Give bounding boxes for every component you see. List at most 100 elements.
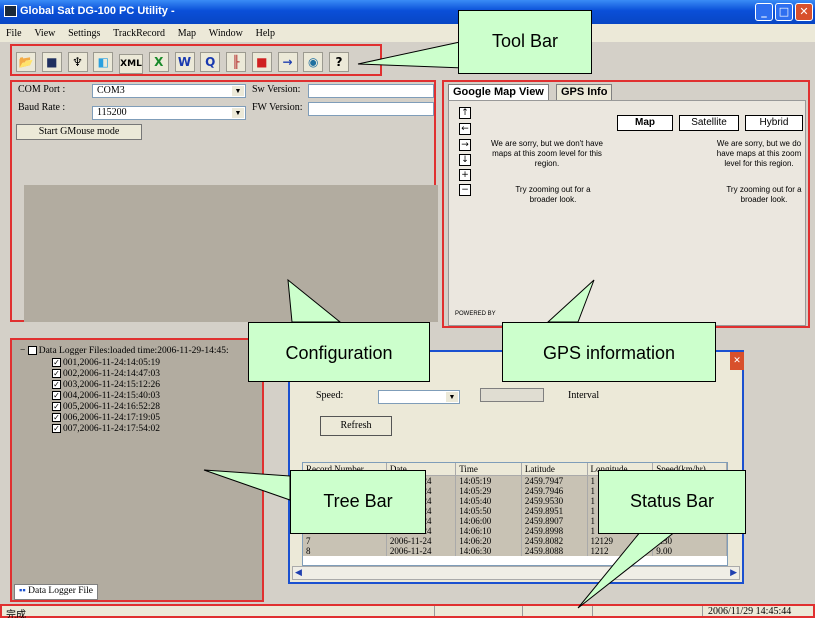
cell: 2459.8951 <box>521 505 588 516</box>
cell: 2006-11-24 <box>386 545 457 556</box>
cell: 2459.9530 <box>521 495 588 506</box>
map-type-map-button[interactable]: Map <box>617 115 673 131</box>
tab-google-map-view[interactable]: Google Map View <box>448 84 549 100</box>
map-zoom-hint-right: Try zooming out for a broader look. <box>726 185 802 204</box>
callout-configuration: Configuration <box>248 322 430 382</box>
scroll-right-icon[interactable]: ▶ <box>730 567 737 578</box>
cell: 14:06:30 <box>455 545 522 556</box>
close-button[interactable]: ✕ <box>795 3 813 21</box>
column-header[interactable]: Latitude <box>521 463 588 476</box>
data-window-close-button[interactable]: ✕ <box>730 352 744 370</box>
data-window: ✕ Speed: ▼ Interval Refresh Record Numbe… <box>288 350 744 584</box>
horizontal-scrollbar[interactable]: ◀ ▶ <box>292 566 740 580</box>
menu-trackrecord[interactable]: TrackRecord <box>113 28 165 39</box>
menu-file[interactable]: File <box>6 28 22 39</box>
menu-help[interactable]: Help <box>256 28 275 39</box>
minimize-button[interactable]: _ <box>755 3 773 21</box>
checkbox[interactable]: ✓ <box>52 391 61 401</box>
app-icon <box>4 5 17 17</box>
xml-icon[interactable]: XML <box>119 54 143 74</box>
tree-item-label: 004,2006-11-24:15:40:03 <box>63 391 161 401</box>
fw-version-label: FW Version: <box>252 102 303 113</box>
checkbox[interactable] <box>27 346 37 356</box>
tree-item[interactable]: ✓ 002,2006-11-24:14:47:03 <box>52 369 160 379</box>
excel-icon[interactable]: X <box>148 52 169 72</box>
speed-select[interactable]: ▼ <box>378 390 460 404</box>
gmouse-icon[interactable]: ◧ <box>93 52 114 72</box>
callout-tool-bar-text: Tool Bar <box>491 31 559 51</box>
map-canvas[interactable]: ↑ ← → ↓ + − Map Satellite Hybrid We are s… <box>448 100 806 326</box>
help-icon[interactable]: ? <box>329 52 349 72</box>
checkbox[interactable]: ✓ <box>52 424 61 434</box>
tree-item-label: 001,2006-11-24:14:05:19 <box>63 358 161 368</box>
checkbox[interactable]: ✓ <box>52 380 61 390</box>
menu-bar: File View Settings TrackRecord Map Windo… <box>0 24 815 42</box>
com-port-select[interactable]: COM3 ▼ <box>92 84 246 98</box>
checkbox[interactable]: ✓ <box>52 402 61 412</box>
checkbox[interactable]: ✓ <box>52 358 61 368</box>
window-title: Global Sat DG-100 PC Utility - <box>20 5 175 17</box>
tree-item[interactable]: ✓ 003,2006-11-24:15:12:26 <box>52 380 160 390</box>
tree-root[interactable]: − Data Logger Files:loaded time:2006-11-… <box>20 346 229 356</box>
map-zoom-control: ↑ ← → ↓ + − <box>459 107 481 199</box>
menu-view[interactable]: View <box>34 28 55 39</box>
cell: 7.30 <box>652 535 727 546</box>
tree-item[interactable]: ✓ 007,2006-11-24:17:54:02 <box>52 424 160 434</box>
baud-rate-select[interactable]: 115200 ▼ <box>92 106 246 120</box>
checkbox[interactable]: ✓ <box>52 413 61 423</box>
pan-right-icon[interactable]: → <box>459 139 471 151</box>
cell: 8 <box>303 545 387 556</box>
menu-map[interactable]: Map <box>178 28 196 39</box>
cell: 14:05:29 <box>455 485 522 496</box>
cell: 2459.7946 <box>521 485 588 496</box>
zoom-in-icon[interactable]: + <box>459 169 471 181</box>
tree-item[interactable]: ✓ 001,2006-11-24:14:05:19 <box>52 358 160 368</box>
chevron-down-icon: ▼ <box>232 86 244 96</box>
save-icon[interactable]: ■ <box>41 52 62 72</box>
table-row[interactable]: 8 2006-11-24 14:06:30 2459.8088 1212 9.00 <box>303 545 727 556</box>
map-type-satellite-button[interactable]: Satellite <box>679 115 739 131</box>
open-folder-icon[interactable]: 📂 <box>16 52 36 72</box>
word-icon[interactable]: W <box>174 52 195 72</box>
callout-status-bar: Status Bar <box>598 470 746 534</box>
start-gmouse-button[interactable]: Start GMouse mode <box>16 124 142 140</box>
tree-item[interactable]: ✓ 005,2006-11-24:16:52:28 <box>52 402 160 412</box>
menu-window[interactable]: Window <box>209 28 243 39</box>
pan-left-icon[interactable]: ← <box>459 123 471 135</box>
tab-gps-info[interactable]: GPS Info <box>556 84 613 100</box>
globe-icon[interactable]: ◉ <box>303 52 324 72</box>
status-bar: 完成 2006/11/29 14:45:44 <box>0 604 815 618</box>
column-header[interactable]: Time <box>455 463 522 476</box>
checkbox[interactable]: ✓ <box>52 369 61 379</box>
callout-tool-bar: Tool Bar <box>458 10 592 74</box>
speed-label: Speed: <box>316 390 344 401</box>
tree-root-label: Data Logger Files:loaded time:2006-11-29… <box>38 346 229 356</box>
gps-info-panel: Google Map View GPS Info ↑ ← → ↓ + − Map … <box>442 80 810 328</box>
split-icon[interactable]: ╟ <box>226 52 246 72</box>
maximize-button[interactable]: □ <box>775 3 793 21</box>
pan-down-icon[interactable]: ↓ <box>459 154 471 166</box>
stop-icon[interactable]: ■ <box>251 52 272 72</box>
search-icon[interactable]: Q <box>200 52 221 72</box>
sw-version-field <box>308 84 434 98</box>
tree-item[interactable]: ✓ 006,2006-11-24:17:19:05 <box>52 413 160 423</box>
collapse-icon[interactable]: − <box>20 346 28 356</box>
refresh-button[interactable]: Refresh <box>320 416 392 436</box>
scroll-left-icon[interactable]: ◀ <box>295 567 302 578</box>
map-type-hybrid-button[interactable]: Hybrid <box>745 115 803 131</box>
map-zoom-hint: Try zooming out for a broader look. <box>515 185 591 204</box>
arrow-icon[interactable]: → <box>277 52 298 72</box>
tab-data-logger-file[interactable]: ▪▪ Data Logger File <box>14 584 99 600</box>
tree-item[interactable]: ✓ 004,2006-11-24:15:40:03 <box>52 391 160 401</box>
zoom-out-icon[interactable]: − <box>459 184 471 196</box>
table-row[interactable]: 7 2006-11-24 14:06:20 2459.8082 12129 7.30 <box>303 535 727 546</box>
speed-value-field[interactable] <box>480 388 544 402</box>
status-divider <box>592 606 593 616</box>
pan-up-icon[interactable]: ↑ <box>459 107 471 119</box>
status-text: 完成 <box>6 610 26 618</box>
cell: 2459.8998 <box>521 525 588 536</box>
pin-icon[interactable]: ♆ <box>67 52 88 72</box>
tree-item-label: 005,2006-11-24:16:52:28 <box>63 402 161 412</box>
menu-settings[interactable]: Settings <box>68 28 100 39</box>
sw-version-label: Sw Version: <box>252 84 301 95</box>
